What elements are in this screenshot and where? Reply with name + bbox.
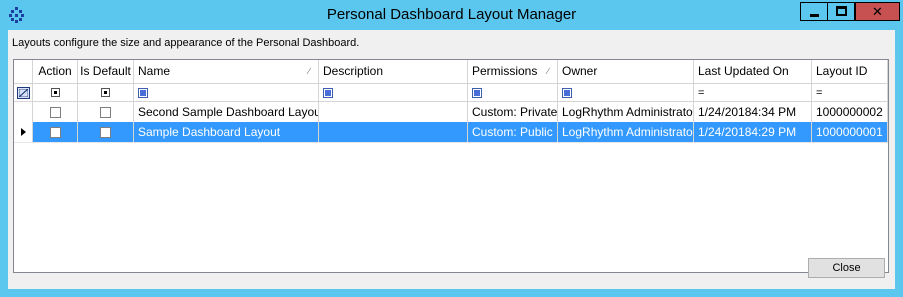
- column-header-name[interactable]: Name ∕: [134, 60, 319, 83]
- current-row-arrow-icon: [21, 128, 26, 136]
- column-header-description[interactable]: Description: [319, 60, 468, 83]
- is-default-checkbox-cell[interactable]: [78, 102, 134, 122]
- column-header-owner[interactable]: Owner: [558, 60, 694, 83]
- close-icon: ✕: [872, 4, 883, 19]
- filter-name[interactable]: [134, 83, 319, 101]
- cell-name[interactable]: Sample Dashboard Layout: [134, 122, 319, 142]
- close-button[interactable]: Close: [808, 258, 885, 278]
- sort-indicator-icon: ∕: [308, 66, 310, 76]
- cell-description[interactable]: [319, 102, 468, 122]
- cell-layout-id[interactable]: 1000000001: [812, 122, 888, 142]
- column-header-last-updated[interactable]: Last Updated On: [694, 60, 812, 83]
- cell-name[interactable]: Second Sample Dashboard Layout: [134, 102, 319, 122]
- maximize-icon: [836, 6, 847, 16]
- minimize-icon: [810, 14, 819, 17]
- is-default-checkbox[interactable]: [100, 127, 111, 139]
- row-header[interactable]: [14, 102, 33, 122]
- filter-layout-id[interactable]: =: [812, 83, 888, 101]
- column-header-permissions[interactable]: Permissions ∕: [468, 60, 558, 83]
- filter-owner[interactable]: [558, 83, 694, 101]
- dialog-window: Personal Dashboard Layout Manager ✕ Layo…: [0, 0, 903, 297]
- filter-permissions[interactable]: [468, 83, 558, 101]
- column-header-name-label: Name: [138, 64, 171, 78]
- filter-operator-icon: [472, 87, 482, 98]
- action-checkbox-cell[interactable]: [33, 122, 78, 142]
- cell-permissions[interactable]: Custom: Public: [468, 122, 558, 142]
- cell-description[interactable]: [319, 122, 468, 142]
- column-header-action[interactable]: Action: [33, 60, 78, 83]
- title-bar[interactable]: Personal Dashboard Layout Manager ✕: [0, 0, 903, 30]
- filter-operator-icon: [138, 87, 148, 98]
- action-checkbox[interactable]: [49, 127, 61, 139]
- window-title: Personal Dashboard Layout Manager: [326, 6, 577, 23]
- cell-owner[interactable]: LogRhythm Administrator: [558, 102, 694, 122]
- filter-operator-icon: [50, 88, 60, 98]
- layouts-grid[interactable]: Action Is Default Name ∕ Description Per…: [13, 59, 889, 273]
- row-header-corner: [14, 60, 33, 83]
- sort-indicator-icon: ∕: [547, 66, 549, 76]
- filter-operator-icon: [101, 88, 110, 98]
- minimize-button[interactable]: [800, 2, 828, 21]
- action-checkbox[interactable]: [49, 107, 61, 119]
- filter-toggle-icon[interactable]: [16, 86, 30, 99]
- dialog-client-area: Layouts configure the size and appearanc…: [8, 30, 895, 289]
- filter-last-updated[interactable]: =: [694, 83, 812, 101]
- filter-operator-equals: =: [698, 87, 705, 99]
- filter-is-default[interactable]: [78, 83, 134, 101]
- close-window-button[interactable]: ✕: [855, 2, 900, 21]
- filter-operator-equals: =: [816, 87, 823, 99]
- table-row[interactable]: Sample Dashboard Layout Custom: Public L…: [14, 122, 888, 143]
- filter-operator-icon: [562, 87, 572, 98]
- filter-row: = =: [14, 83, 888, 102]
- action-checkbox-cell[interactable]: [33, 102, 78, 122]
- filter-action[interactable]: [33, 83, 78, 101]
- is-default-checkbox-cell[interactable]: [78, 122, 134, 142]
- is-default-checkbox[interactable]: [100, 107, 111, 119]
- cell-owner[interactable]: LogRhythm Administrator: [558, 122, 694, 142]
- filter-description[interactable]: [319, 83, 468, 101]
- cell-permissions[interactable]: Custom: Private: [468, 102, 558, 122]
- column-header-permissions-label: Permissions: [472, 64, 538, 78]
- column-header-layout-id[interactable]: Layout ID: [812, 60, 888, 83]
- row-header[interactable]: [14, 122, 33, 142]
- table-row[interactable]: Second Sample Dashboard Layout Custom: P…: [14, 102, 888, 123]
- filter-operator-icon: [323, 87, 333, 98]
- description-label: Layouts configure the size and appearanc…: [12, 37, 360, 49]
- cell-last-updated[interactable]: 1/24/20184:34 PM: [694, 102, 812, 122]
- grid-header: Action Is Default Name ∕ Description Per…: [14, 60, 888, 84]
- column-header-is-default[interactable]: Is Default: [78, 60, 134, 83]
- cell-layout-id[interactable]: 1000000002: [812, 102, 888, 122]
- cell-last-updated[interactable]: 1/24/20184:29 PM: [694, 122, 812, 142]
- filter-toggle-cell[interactable]: [14, 83, 33, 101]
- maximize-button[interactable]: [827, 2, 855, 21]
